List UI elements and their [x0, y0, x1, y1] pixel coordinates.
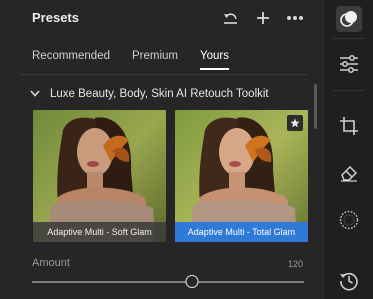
- tabs-divider: [20, 74, 307, 75]
- crop-icon[interactable]: [336, 113, 362, 139]
- amount-label: Amount: [32, 257, 70, 269]
- tab-premium[interactable]: Premium: [132, 50, 178, 70]
- preset-label: Adaptive Multi - Soft Glam: [33, 222, 166, 242]
- preset-tabs: Recommended Premium Yours: [32, 50, 229, 70]
- plus-icon[interactable]: [253, 8, 273, 28]
- rail-divider: [333, 38, 365, 39]
- preset-group-header[interactable]: Luxe Beauty, Body, Skin AI Retouch Toolk…: [30, 88, 269, 100]
- preset-label: Adaptive Multi - Total Glam: [175, 222, 308, 242]
- slider-track[interactable]: [32, 281, 304, 283]
- star-icon[interactable]: [287, 115, 303, 131]
- chevron-down-icon[interactable]: [30, 88, 40, 100]
- tool-rail: [325, 0, 373, 299]
- history-icon[interactable]: [336, 268, 362, 294]
- undo-icon[interactable]: [221, 8, 241, 28]
- scrollbar[interactable]: [314, 84, 317, 129]
- amount-value: 120: [287, 259, 303, 269]
- masking-icon[interactable]: [336, 207, 362, 233]
- rail-divider: [333, 90, 365, 91]
- more-icon[interactable]: [285, 8, 305, 28]
- eraser-icon[interactable]: [336, 160, 362, 186]
- preset-group-title: Luxe Beauty, Body, Skin AI Retouch Toolk…: [50, 88, 269, 100]
- preset-thumbnail-selected[interactable]: Adaptive Multi - Total Glam: [175, 110, 308, 242]
- panel-title: Presets: [32, 10, 79, 25]
- header-actions: [221, 8, 305, 28]
- tab-recommended[interactable]: Recommended: [32, 50, 110, 70]
- slider-knob[interactable]: [185, 275, 199, 288]
- tab-yours[interactable]: Yours: [200, 50, 229, 70]
- amount-slider[interactable]: [32, 275, 304, 289]
- presets-panel: Presets Recommended Premium Yours Luxe B…: [0, 0, 325, 299]
- sliders-icon[interactable]: [336, 51, 362, 77]
- preset-thumbnail[interactable]: Adaptive Multi - Soft Glam: [33, 110, 166, 242]
- presets-icon[interactable]: [336, 6, 362, 32]
